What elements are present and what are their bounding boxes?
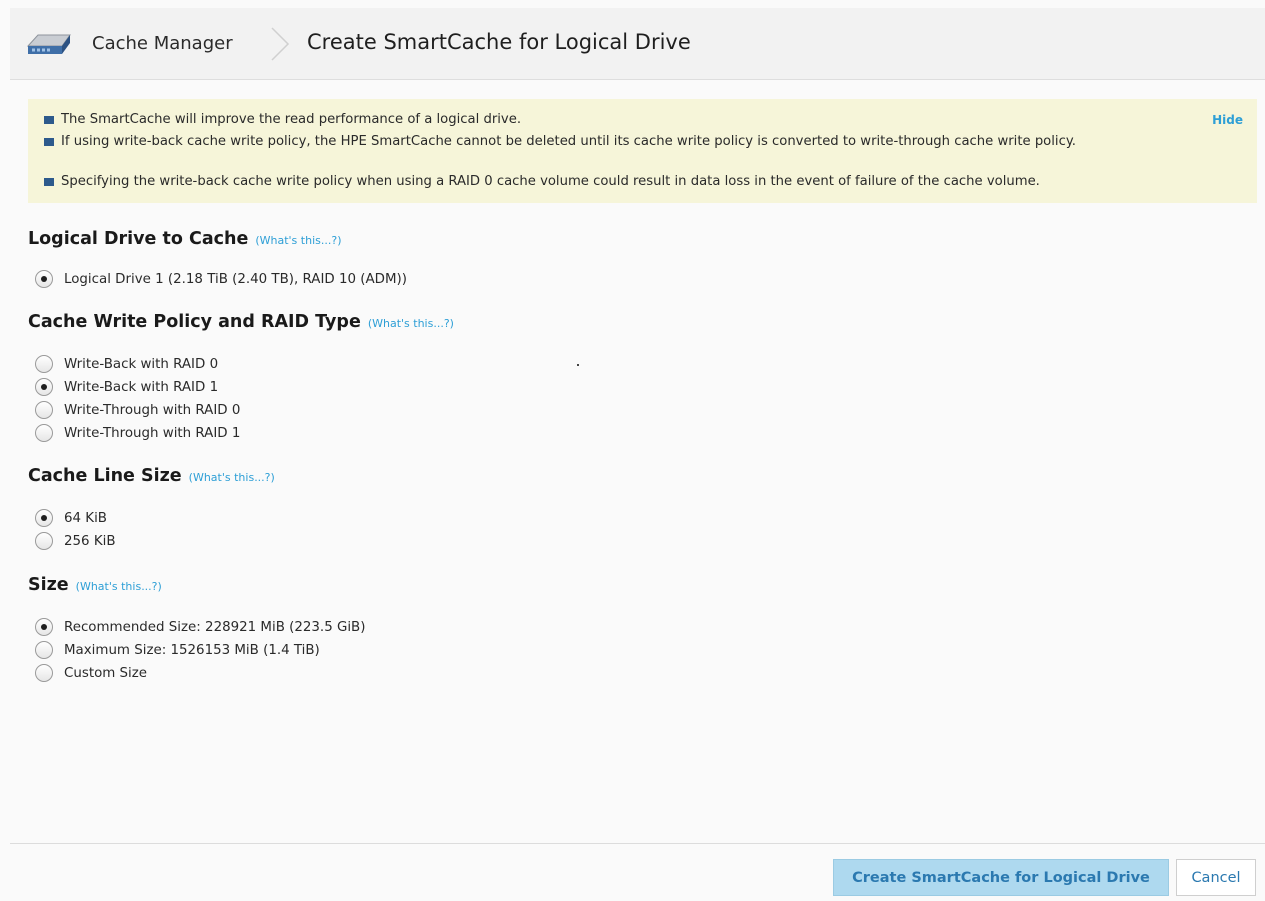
footer-bar: Create SmartCache for Logical Drive Canc… <box>10 843 1265 901</box>
drive-icon <box>26 34 71 54</box>
notice-line: Specifying the write-back cache write po… <box>44 174 1184 190</box>
radio-write-back-raid0[interactable]: Write-Back with RAID 0 <box>35 354 218 374</box>
radio-size-custom[interactable]: Custom Size <box>35 663 147 683</box>
chevron-right-icon <box>271 27 290 61</box>
breadcrumb-cache-manager[interactable]: Cache Manager <box>92 33 233 54</box>
section-title-line-size: Cache Line Size (What's this...?) <box>28 466 275 486</box>
radio-button[interactable] <box>35 641 53 659</box>
radio-write-back-raid1[interactable]: Write-Back with RAID 1 <box>35 377 218 397</box>
radio-button[interactable] <box>35 509 53 527</box>
whats-this-link[interactable]: (What's this...?) <box>76 580 162 593</box>
radio-size-maximum[interactable]: Maximum Size: 1526153 MiB (1.4 TiB) <box>35 640 320 660</box>
page-header: Cache Manager Create SmartCache for Logi… <box>10 8 1265 80</box>
notice-line: If using write-back cache write policy, … <box>44 134 1184 150</box>
radio-button[interactable] <box>35 424 53 442</box>
bullet-square-icon <box>44 138 54 146</box>
radio-button[interactable] <box>35 664 53 682</box>
radio-button[interactable] <box>35 618 53 636</box>
section-title-write-policy: Cache Write Policy and RAID Type (What's … <box>28 312 454 332</box>
section-title-size: Size (What's this...?) <box>28 575 162 595</box>
radio-button[interactable] <box>35 355 53 373</box>
radio-write-through-raid1[interactable]: Write-Through with RAID 1 <box>35 423 240 443</box>
radio-size-recommended[interactable]: Recommended Size: 228921 MiB (223.5 GiB) <box>35 617 365 637</box>
hide-notice-link[interactable]: Hide <box>1212 113 1243 127</box>
radio-button[interactable] <box>35 270 53 288</box>
radio-write-through-raid0[interactable]: Write-Through with RAID 0 <box>35 400 240 420</box>
page: Cache Manager Create SmartCache for Logi… <box>0 0 1265 901</box>
info-notice: The SmartCache will improve the read per… <box>28 99 1257 203</box>
whats-this-link[interactable]: (What's this...?) <box>255 234 341 247</box>
whats-this-link[interactable]: (What's this...?) <box>368 317 454 330</box>
stray-dot <box>577 364 579 366</box>
whats-this-link[interactable]: (What's this...?) <box>189 471 275 484</box>
radio-logical-drive-1[interactable]: Logical Drive 1 (2.18 TiB (2.40 TB), RAI… <box>35 269 407 289</box>
radio-line-size-64[interactable]: 64 KiB <box>35 508 107 528</box>
page-title: Create SmartCache for Logical Drive <box>307 30 691 54</box>
notice-line: The SmartCache will improve the read per… <box>44 112 1184 128</box>
bullet-square-icon <box>44 116 54 124</box>
cancel-button[interactable]: Cancel <box>1176 859 1256 896</box>
create-smartcache-button[interactable]: Create SmartCache for Logical Drive <box>833 859 1169 896</box>
bullet-square-icon <box>44 178 54 186</box>
radio-button[interactable] <box>35 401 53 419</box>
section-title-logical-drive: Logical Drive to Cache (What's this...?) <box>28 229 342 249</box>
radio-button[interactable] <box>35 532 53 550</box>
radio-button[interactable] <box>35 378 53 396</box>
radio-line-size-256[interactable]: 256 KiB <box>35 531 116 551</box>
